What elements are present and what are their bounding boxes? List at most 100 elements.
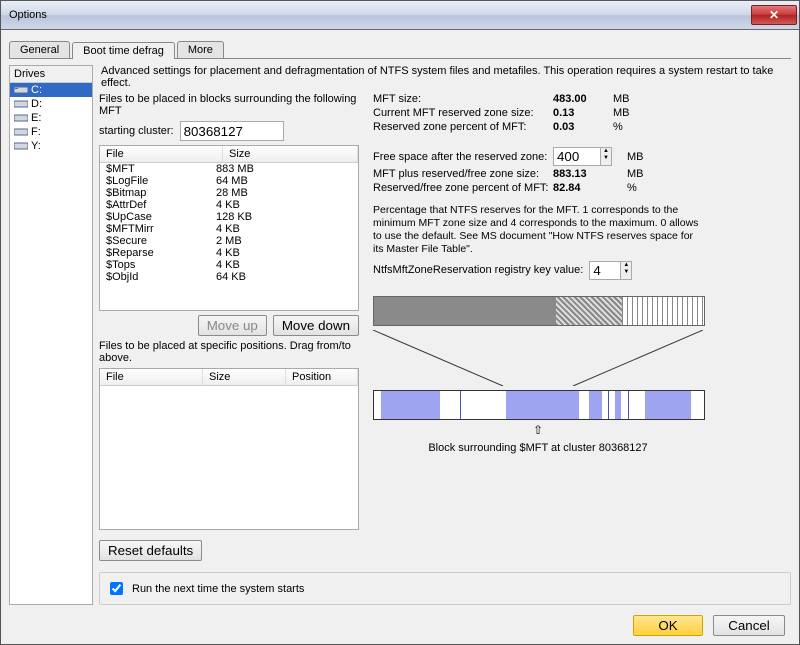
run-next-time-row: Run the next time the system starts [99, 572, 791, 605]
diagram-caption: Block surrounding $MFT at cluster 803681… [373, 442, 703, 454]
cell-size: 4 KB [216, 259, 240, 271]
cell-file: $LogFile [106, 175, 216, 187]
pos-col-file[interactable]: File [100, 369, 203, 385]
reserved-pct-label: Reserved zone percent of MFT: [373, 121, 553, 133]
drive-item-c[interactable]: C: [10, 83, 92, 97]
titlebar[interactable]: Options ✕ [1, 1, 799, 30]
registry-key-label: NtfsMftZoneReservation registry key valu… [373, 264, 583, 276]
left-column: Files to be placed in blocks surrounding… [99, 93, 359, 568]
run-next-time-label: Run the next time the system starts [132, 583, 304, 595]
cell-size: 128 KB [216, 211, 252, 223]
run-next-time-checkbox[interactable] [110, 582, 123, 595]
table-row[interactable]: $Tops4 KB [100, 259, 358, 271]
table-row[interactable]: $Secure2 MB [100, 235, 358, 247]
cell-size: 64 MB [216, 175, 248, 187]
registry-key-input[interactable] [589, 261, 621, 280]
ok-button[interactable]: OK [633, 615, 703, 636]
cell-size: 28 MB [216, 187, 248, 199]
chevron-down-icon[interactable]: ▼ [621, 269, 631, 276]
rf-pct-value: 82.84 [553, 182, 627, 194]
drive-icon [14, 113, 28, 123]
reserved-pct-unit: % [613, 121, 641, 133]
cur-reserved-label: Current MFT reserved zone size: [373, 107, 553, 119]
close-button[interactable]: ✕ [751, 5, 797, 25]
starting-cluster-row: starting cluster: [99, 121, 359, 141]
cur-reserved-value: 0.13 [553, 107, 613, 119]
options-window: Options ✕ General Boot time defrag More … [0, 0, 800, 645]
table-row[interactable]: $ObjId64 KB [100, 271, 358, 283]
table-row[interactable]: $UpCase128 KB [100, 211, 358, 223]
starting-cluster-input[interactable] [180, 121, 284, 141]
stats-grid-2: Free space after the reserved zone: ▲▼ M… [373, 147, 791, 194]
rf-pct-label: Reserved/free zone percent of MFT: [373, 182, 553, 194]
table-row[interactable]: $LogFile64 MB [100, 175, 358, 187]
cell-size: 4 KB [216, 247, 240, 259]
pos-col-size[interactable]: Size [203, 369, 286, 385]
cell-file: $MFTMirr [106, 223, 216, 235]
registry-key-spinner[interactable]: ▲▼ [589, 261, 632, 280]
cell-file: $ObjId [106, 271, 216, 283]
table-row[interactable]: $Reparse4 KB [100, 247, 358, 259]
mft-plus-label: MFT plus reserved/free zone size: [373, 168, 553, 180]
disk-overview-bar [373, 296, 705, 326]
col-size[interactable]: Size [223, 146, 358, 162]
drives-header: Drives [10, 66, 92, 83]
drive-item-e[interactable]: E: [10, 111, 92, 125]
tab-boot-time-defrag[interactable]: Boot time defrag [72, 42, 175, 59]
cell-file: $Secure [106, 235, 216, 247]
cell-file: $AttrDef [106, 199, 216, 211]
description-text: Advanced settings for placement and defr… [99, 65, 791, 89]
drive-item-f[interactable]: F: [10, 125, 92, 139]
table-row[interactable]: $AttrDef4 KB [100, 199, 358, 211]
reserved-pct-value: 0.03 [553, 121, 613, 133]
file-table-head: File Size [100, 146, 358, 163]
free-after-input[interactable] [553, 147, 601, 166]
table-row[interactable]: $MFTMirr4 KB [100, 223, 358, 235]
tab-body: Drives C: D: E: F: Y: Advanced settings … [9, 65, 791, 605]
starting-cluster-label: starting cluster: [99, 125, 174, 137]
pointer-arrow-icon: ⇧ [373, 424, 703, 436]
mft-size-value: 483.00 [553, 93, 613, 105]
drive-item-d[interactable]: D: [10, 97, 92, 111]
chevron-up-icon[interactable]: ▲ [601, 148, 611, 155]
pos-col-position[interactable]: Position [286, 369, 358, 385]
rf-pct-unit: % [627, 182, 655, 194]
col-file[interactable]: File [100, 146, 223, 162]
cell-size: 4 KB [216, 199, 240, 211]
cell-file: $Bitmap [106, 187, 216, 199]
table-row[interactable]: $MFT883 MB [100, 163, 358, 175]
free-after-spinner[interactable]: ▲▼ [553, 147, 627, 166]
reset-defaults-button[interactable]: Reset defaults [99, 540, 202, 561]
cell-size: 2 MB [216, 235, 242, 247]
spinner-arrows[interactable]: ▲▼ [621, 261, 632, 280]
file-table-body[interactable]: $MFT883 MB$LogFile64 MB$Bitmap28 MB$Attr… [100, 163, 358, 310]
drive-icon [14, 141, 28, 151]
cell-size: 64 KB [216, 271, 246, 283]
reservation-para: Percentage that NTFS reserves for the MF… [373, 204, 703, 257]
dialog-buttons: OK Cancel [9, 611, 791, 640]
tab-general[interactable]: General [9, 41, 70, 58]
cell-file: $Reparse [106, 247, 216, 259]
drive-icon [14, 85, 28, 95]
move-down-button[interactable]: Move down [273, 315, 359, 336]
tab-more[interactable]: More [177, 41, 224, 58]
chevron-down-icon[interactable]: ▼ [601, 155, 611, 162]
drive-item-y[interactable]: Y: [10, 139, 92, 153]
mft-size-unit: MB [613, 93, 641, 105]
right-column: MFT size:483.00MB Current MFT reserved z… [373, 93, 791, 568]
table-row[interactable]: $Bitmap28 MB [100, 187, 358, 199]
free-after-unit: MB [627, 151, 655, 163]
position-table: File Size Position [99, 368, 359, 530]
position-table-body[interactable] [100, 386, 358, 529]
registry-key-row: NtfsMftZoneReservation registry key valu… [373, 261, 791, 280]
client-area: General Boot time defrag More Drives C: … [1, 30, 799, 644]
chevron-up-icon[interactable]: ▲ [621, 262, 631, 269]
stats-grid-1: MFT size:483.00MB Current MFT reserved z… [373, 93, 791, 133]
spinner-arrows[interactable]: ▲▼ [601, 147, 612, 166]
cell-file: $Tops [106, 259, 216, 271]
close-icon: ✕ [769, 8, 779, 22]
cancel-button[interactable]: Cancel [713, 615, 785, 636]
columns: Files to be placed in blocks surrounding… [99, 93, 791, 568]
file-table: File Size $MFT883 MB$LogFile64 MB$Bitmap… [99, 145, 359, 311]
move-up-button[interactable]: Move up [198, 315, 267, 336]
